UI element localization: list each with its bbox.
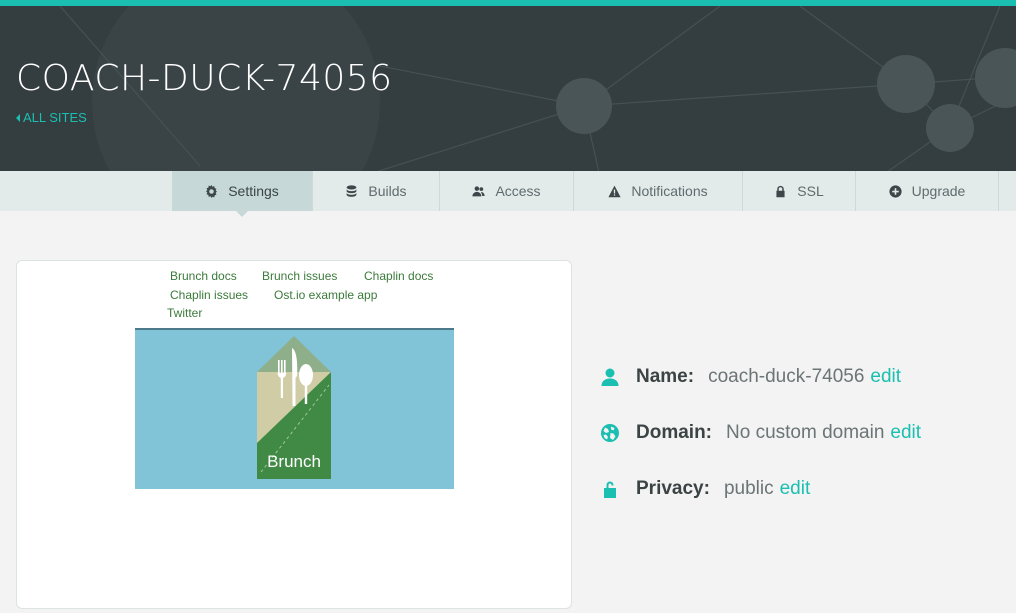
tab-builds-label: Builds [368, 183, 407, 199]
privacy-value: public [723, 478, 774, 499]
ostio-example-link[interactable]: Ost.io example app [274, 288, 377, 302]
tab-notifications[interactable]: Notifications [574, 171, 743, 211]
edit-name-link[interactable]: edit [870, 366, 901, 388]
warning-icon [608, 185, 621, 197]
tab-builds[interactable]: Builds [313, 171, 440, 211]
domain-value: No custom domain [726, 422, 885, 443]
all-sites-label: ALL SITES [23, 110, 87, 125]
all-sites-link[interactable]: ALL SITES [16, 110, 87, 125]
caret-left-icon [16, 113, 20, 122]
tab-upgrade[interactable]: Upgrade [856, 171, 999, 211]
site-preview[interactable]: Brunch docs Brunch issues Chaplin docs C… [16, 260, 572, 609]
domain-label: Domain: [636, 422, 712, 443]
brunch-banner: Brunch [135, 328, 454, 489]
globe-icon [600, 423, 620, 443]
plus-circle-icon [889, 184, 902, 198]
tab-settings[interactable]: Settings [172, 171, 313, 217]
chaplin-issues-link[interactable]: Chaplin issues [170, 288, 248, 302]
user-icon [600, 367, 620, 387]
brunch-logo: Brunch [257, 336, 331, 479]
tab-ssl-label: SSL [797, 183, 824, 199]
tab-notifications-label: Notifications [631, 183, 708, 199]
page-title: COACH-DUCK-74056 [16, 58, 393, 99]
privacy-row: Privacy: public edit [600, 478, 810, 500]
gear-icon [206, 184, 218, 198]
name-label: Name: [636, 366, 695, 387]
database-icon [347, 184, 357, 197]
site-header: COACH-DUCK-74056 ALL SITES [0, 0, 1016, 171]
tab-upgrade-label: Upgrade [911, 183, 966, 199]
privacy-label: Privacy: [636, 478, 710, 499]
tab-bar: Settings Builds Access Notifications SSL… [0, 171, 1016, 217]
lock-icon [776, 185, 785, 197]
unlock-icon [600, 479, 620, 499]
name-value: coach-duck-74056 [708, 366, 865, 387]
tab-settings-label: Settings [228, 183, 279, 199]
tab-access[interactable]: Access [440, 171, 574, 211]
domain-row: Domain: No custom domain edit [600, 422, 921, 444]
brunch-docs-link[interactable]: Brunch docs [170, 269, 237, 283]
edit-privacy-link[interactable]: edit [780, 478, 811, 500]
twitter-link[interactable]: Twitter [167, 306, 202, 320]
brunch-issues-link[interactable]: Brunch issues [262, 269, 337, 283]
edit-domain-link[interactable]: edit [890, 422, 921, 444]
chaplin-docs-link[interactable]: Chaplin docs [364, 269, 433, 283]
tab-access-label: Access [495, 183, 541, 199]
name-row: Name: coach-duck-74056 edit [600, 366, 901, 388]
users-icon [472, 185, 486, 196]
tab-ssl[interactable]: SSL [743, 171, 856, 211]
brunch-logo-text: Brunch [267, 452, 321, 471]
